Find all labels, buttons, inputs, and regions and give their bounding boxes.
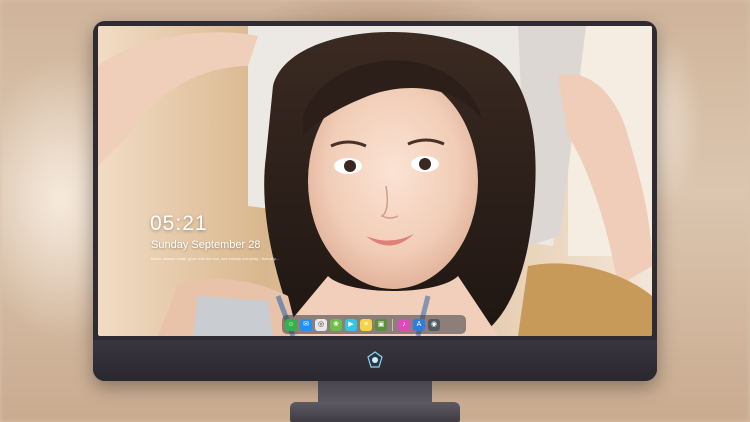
wallpaper-photo xyxy=(98,26,652,336)
photos-icon[interactable]: ❀ xyxy=(330,318,342,331)
preview-icon[interactable]: ▣ xyxy=(375,318,387,331)
app-store-icon[interactable]: A xyxy=(413,318,425,331)
lock-screen-quote: Motto: always smile, grow with the sun, … xyxy=(151,256,279,261)
lock-screen-date: Sunday September 28 xyxy=(151,239,261,251)
music-icon[interactable]: ♪ xyxy=(398,318,410,331)
lock-screen-time: 05:21 xyxy=(150,212,208,235)
monitor-stand-neck xyxy=(318,381,432,403)
safari-icon[interactable]: ◎ xyxy=(315,318,327,331)
dock-separator xyxy=(392,318,393,331)
camera-icon[interactable]: ◉ xyxy=(428,318,440,331)
monitor-stand-foot xyxy=(290,402,460,422)
dock: ☺ ✉ ◎ ❀ ▶ ≡ ▣ ♪ A ◉ xyxy=(282,315,466,334)
screen: 05:21 Sunday September 28 Motto: always … xyxy=(98,26,652,336)
notes-icon[interactable]: ≡ xyxy=(360,318,372,331)
finder-icon[interactable]: ☺ xyxy=(285,318,297,331)
messages-icon[interactable]: ✉ xyxy=(300,318,312,331)
brand-logo-icon xyxy=(366,351,384,369)
facetime-icon[interactable]: ▶ xyxy=(345,318,357,331)
